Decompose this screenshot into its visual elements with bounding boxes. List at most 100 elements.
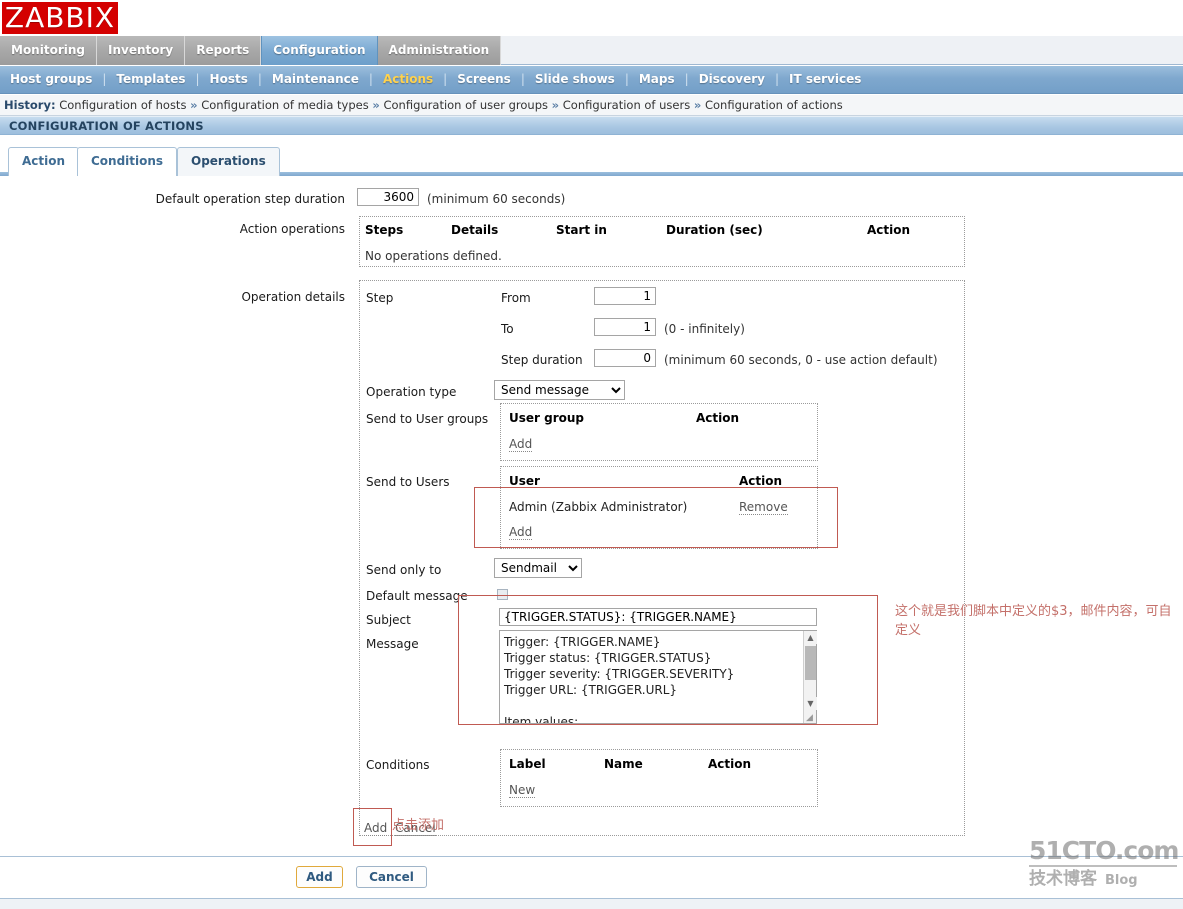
user-row-remove-link[interactable]: Remove: [739, 500, 788, 515]
logo-bar: ZABBIX: [0, 0, 1183, 36]
action-operations-label: Action operations: [239, 222, 345, 236]
nav-administration[interactable]: Administration: [377, 36, 502, 65]
operations-form: Default operation step duration (minimum…: [0, 176, 1183, 856]
annotation-add-note: 点击添加: [392, 818, 445, 833]
nav-inventory[interactable]: Inventory: [97, 36, 186, 65]
history-item-4[interactable]: Configuration of actions: [705, 98, 843, 112]
operation-details-panel: Step From To (0 - infinitely) Step durat…: [359, 280, 965, 836]
history-item-2[interactable]: Configuration of user groups: [383, 98, 548, 112]
conditions-panel: Label Name Action New: [500, 749, 818, 807]
conditions-label: Conditions: [366, 758, 430, 772]
add-button[interactable]: Add: [296, 866, 343, 888]
watermark: 51CTO.com 技术博客 Blog: [1029, 836, 1179, 898]
subnav-templates[interactable]: Templates: [106, 66, 195, 93]
nav-reports[interactable]: Reports: [185, 36, 262, 65]
tab-bar: Action Conditions Operations: [0, 145, 1183, 176]
action-operations-panel: Steps Details Start in Duration (sec) Ac…: [359, 216, 965, 267]
col-condition-name: Name: [604, 757, 643, 771]
scroll-down-icon[interactable]: ▼: [804, 697, 817, 710]
users-panel: User Action Admin (Zabbix Administrator)…: [500, 466, 818, 549]
history-label: History:: [4, 98, 56, 112]
watermark-line1: 51CTO.com: [1029, 836, 1179, 865]
subnav-screens[interactable]: Screens: [447, 66, 521, 93]
breadcrumb-separator: »: [551, 98, 560, 112]
subnav-host-groups[interactable]: Host groups: [0, 66, 102, 93]
step-to-input[interactable]: [594, 318, 656, 336]
cancel-button[interactable]: Cancel: [356, 866, 427, 888]
history-item-1[interactable]: Configuration of media types: [201, 98, 369, 112]
message-label: Message: [366, 637, 419, 651]
step-from-label: From: [501, 291, 531, 305]
users-add-link[interactable]: Add: [509, 525, 533, 540]
col-steps: Steps: [365, 223, 404, 237]
watermark-line2: 技术博客: [1029, 869, 1097, 889]
step-duration-label: Step duration: [501, 353, 583, 367]
default-message-checkbox[interactable]: [497, 589, 508, 600]
col-user: User: [509, 474, 540, 488]
message-textarea[interactable]: Trigger: {TRIGGER.NAME} Trigger status: …: [499, 630, 817, 724]
scroll-up-icon[interactable]: ▲: [804, 631, 817, 644]
subnav-slide-shows[interactable]: Slide shows: [525, 66, 625, 93]
scrollbar-thumb[interactable]: [805, 646, 816, 680]
step-to-hint: (0 - infinitely): [664, 322, 745, 336]
resize-grip-icon[interactable]: ◢: [806, 713, 816, 723]
col-user-group: User group: [509, 411, 585, 425]
tab-operations[interactable]: Operations: [177, 147, 280, 176]
breadcrumb: History: Configuration of hosts » Config…: [0, 95, 1183, 116]
subject-label: Subject: [366, 613, 411, 627]
watermark-rule: [1029, 865, 1177, 867]
breadcrumb-separator: »: [190, 98, 198, 112]
user-row-name: Admin (Zabbix Administrator): [509, 500, 688, 514]
tab-action[interactable]: Action: [8, 147, 80, 176]
subnav-hosts[interactable]: Hosts: [200, 66, 258, 93]
subject-input[interactable]: [499, 608, 817, 626]
history-item-0[interactable]: Configuration of hosts: [59, 98, 186, 112]
default-step-duration-input[interactable]: [357, 188, 419, 206]
step-duration-input[interactable]: [594, 349, 656, 367]
conditions-new-link[interactable]: New: [509, 783, 536, 798]
step-label: Step: [366, 291, 394, 305]
primary-nav: Monitoring Inventory Reports Configurati…: [0, 36, 1183, 65]
default-step-duration-label: Default operation step duration: [155, 192, 345, 206]
annotation-message-note: 这个就是我们脚本中定义的$3，邮件内容，可自定义: [895, 604, 1172, 638]
operation-details-label: Operation details: [241, 290, 345, 304]
operation-type-label: Operation type: [366, 385, 457, 399]
subnav-it-services[interactable]: IT services: [779, 66, 871, 93]
secondary-nav: Host groups | Templates | Hosts | Maintenance |…: [0, 66, 1183, 94]
user-groups-add-link[interactable]: Add: [509, 437, 533, 452]
col-condition-label: Label: [509, 757, 546, 771]
nav-monitoring[interactable]: Monitoring: [0, 36, 97, 65]
user-groups-panel: User group Action Add: [500, 403, 818, 461]
tab-conditions[interactable]: Conditions: [77, 147, 178, 176]
col-action: Action: [867, 223, 911, 237]
col-user-group-action: Action: [696, 411, 740, 425]
col-start-in: Start in: [556, 223, 607, 237]
col-condition-action: Action: [708, 757, 752, 771]
default-step-duration-hint: (minimum 60 seconds): [427, 192, 566, 206]
page-title: CONFIGURATION OF ACTIONS: [0, 116, 1183, 135]
step-from-input[interactable]: [594, 287, 656, 305]
subnav-discovery[interactable]: Discovery: [689, 66, 775, 93]
send-only-to-select[interactable]: Sendmail: [494, 558, 582, 578]
nav-configuration[interactable]: Configuration: [261, 36, 378, 65]
zabbix-logo[interactable]: ZABBIX: [2, 2, 118, 34]
col-details: Details: [451, 223, 499, 237]
breadcrumb-separator: »: [372, 98, 380, 112]
page-background-strip: [0, 899, 1183, 909]
send-to-user-groups-label: Send to User groups: [366, 412, 489, 426]
send-only-to-label: Send only to: [366, 563, 442, 577]
inline-add-link[interactable]: Add: [364, 821, 388, 836]
breadcrumb-separator: »: [693, 98, 702, 112]
default-message-label: Default message: [366, 589, 468, 603]
subnav-maps[interactable]: Maps: [629, 66, 685, 93]
watermark-line3: Blog: [1105, 873, 1138, 888]
message-scrollbar[interactable]: ▲ ▼: [803, 631, 817, 723]
operation-type-select[interactable]: Send message: [494, 380, 625, 400]
step-duration-hint: (minimum 60 seconds, 0 - use action defa…: [664, 353, 938, 367]
subnav-maintenance[interactable]: Maintenance: [262, 66, 369, 93]
history-item-3[interactable]: Configuration of users: [563, 98, 690, 112]
col-duration: Duration (sec): [666, 223, 763, 237]
send-to-users-label: Send to Users: [366, 475, 450, 489]
subnav-actions[interactable]: Actions: [373, 66, 443, 93]
action-operations-empty: No operations defined.: [365, 249, 502, 263]
